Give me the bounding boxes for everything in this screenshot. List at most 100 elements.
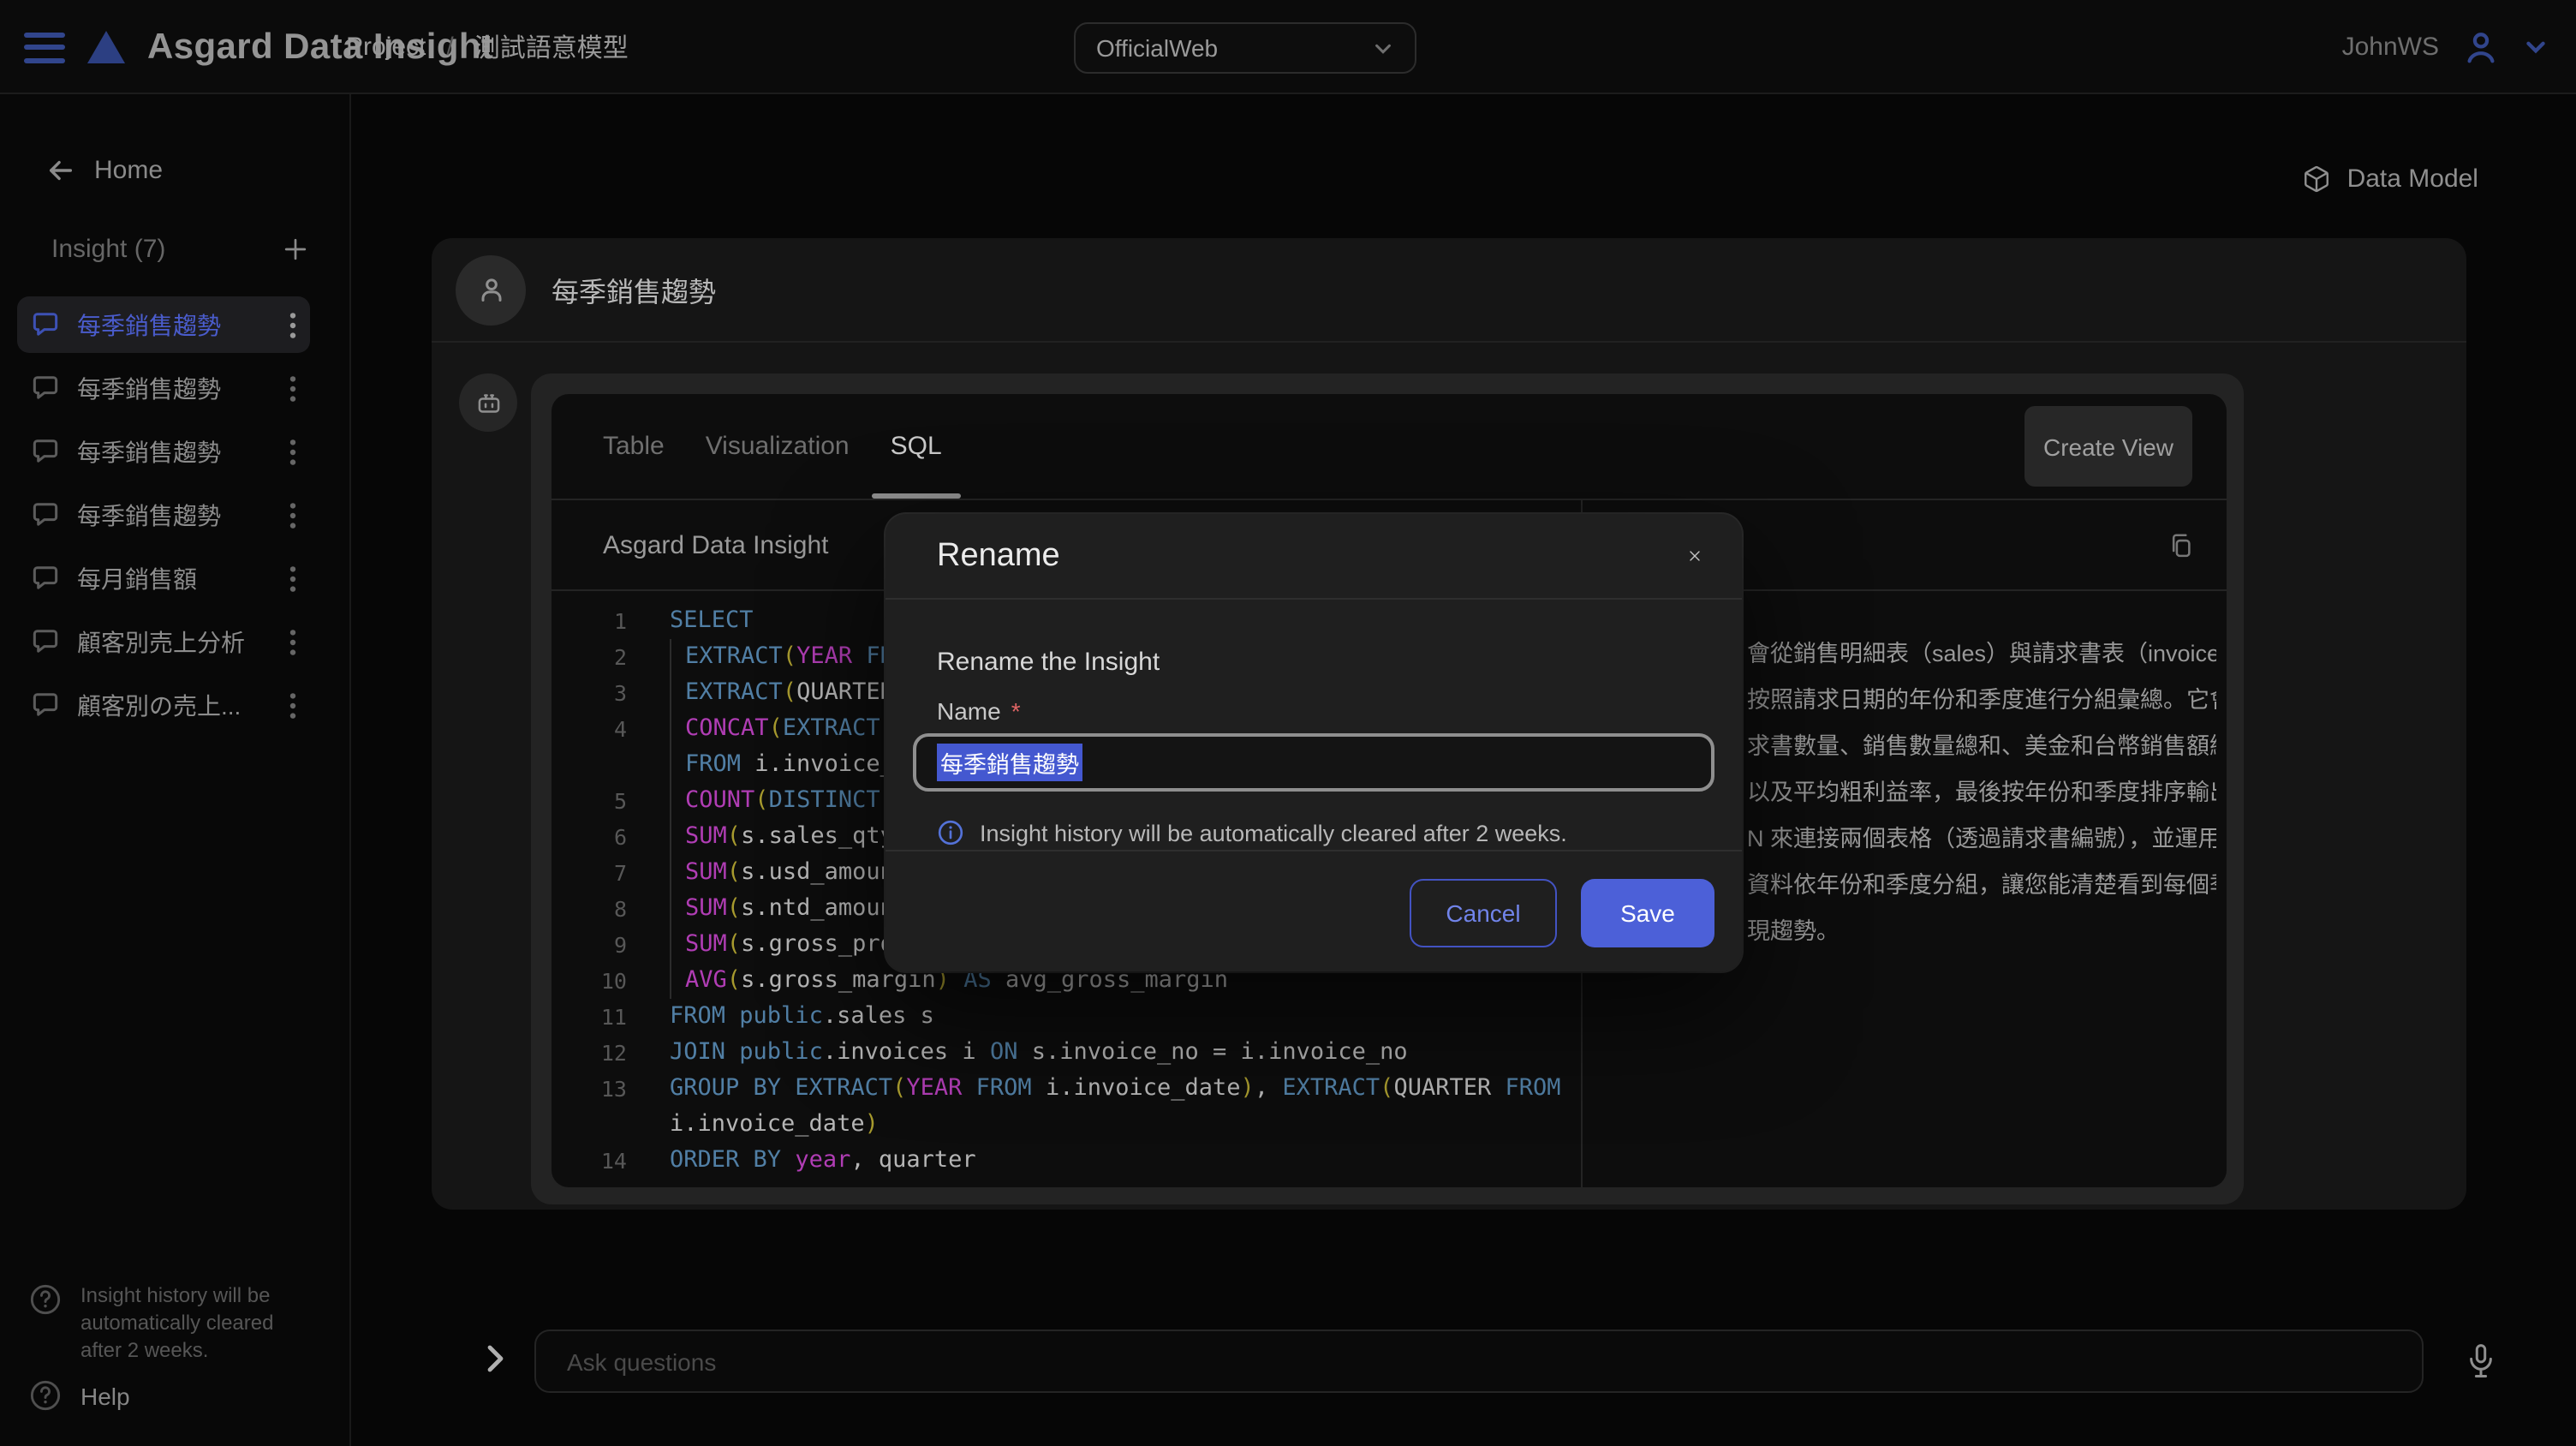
kebab-menu-icon[interactable] (289, 565, 296, 592)
description-line: 資料依年份和季度分組，讓您能清楚看到每個季 (1747, 862, 2216, 908)
rename-modal-header: Rename (886, 514, 1742, 600)
line-number: 4 (552, 711, 627, 747)
sidebar-insight-item[interactable]: 每季銷售趨勢 (17, 360, 310, 416)
modal-history-note-text: Insight history will be automatically cl… (980, 820, 1567, 845)
sidebar-insight-item[interactable]: 每季銷售趨勢 (17, 296, 310, 353)
name-input-selected-text: 每季銷售趨勢 (937, 744, 1082, 781)
line-number: 7 (552, 855, 627, 891)
chat-bubble-icon (31, 310, 60, 339)
home-button[interactable]: Home (46, 156, 163, 185)
chat-bubble-icon (31, 500, 60, 529)
username: JohnWS (2342, 33, 2439, 62)
modal-history-note: Insight history will be automatically cl… (937, 819, 1567, 846)
line-number: 11 (552, 999, 627, 1035)
sidebar-history-note-text: Insight history will be automatically cl… (80, 1282, 307, 1364)
insight-section-label: Insight (7) (51, 235, 165, 264)
tab-sql[interactable]: SQL (891, 394, 942, 499)
person-icon (474, 272, 508, 307)
ask-questions-input[interactable] (534, 1329, 2424, 1393)
breadcrumb-project[interactable]: Project (346, 33, 426, 62)
name-field-label: Name* (937, 697, 1021, 725)
question-circle-icon (27, 1282, 63, 1318)
user-avatar-icon[interactable] (2461, 27, 2501, 67)
sidebar: Home Insight (7) 每季銷售趨勢每季銷售趨勢每季銷售趨勢每季銷售趨… (0, 94, 351, 1446)
save-button[interactable]: Save (1581, 879, 1714, 947)
sidebar-insight-item[interactable]: 每月銷售額 (17, 550, 310, 606)
kebab-menu-icon[interactable] (289, 311, 296, 338)
line-number: 3 (552, 675, 627, 711)
help-icon (27, 1377, 63, 1413)
add-insight-icon[interactable] (283, 236, 308, 262)
sql-code-line: 14ORDER BY year, quarter (552, 1143, 1581, 1179)
cube-icon (2303, 164, 2332, 194)
kebab-menu-icon[interactable] (289, 628, 296, 655)
close-icon[interactable] (1682, 543, 1708, 569)
description-line: 會從銷售明細表（sales）與請求書表（invoices） (1747, 630, 2216, 677)
kebab-menu-icon[interactable] (289, 691, 296, 719)
sql-code-line: i.invoice_date) (552, 1107, 1581, 1143)
description-line: 以及平均粗利益率，最後按年份和季度排序輸出。 (1747, 769, 2216, 816)
kebab-menu-icon[interactable] (289, 374, 296, 402)
sidebar-insight-item[interactable]: 顧客別売上分析 (17, 613, 310, 670)
kebab-menu-icon[interactable] (289, 438, 296, 465)
data-model-label: Data Model (2347, 164, 2478, 194)
microphone-icon[interactable] (2463, 1341, 2499, 1381)
chat-bubble-icon (31, 627, 60, 656)
insight-item-label: 每季銷售趨勢 (77, 308, 289, 342)
sidebar-history-note: Insight history will be automatically cl… (27, 1282, 307, 1364)
breadcrumb-separator: / (446, 33, 453, 62)
indent-guide (670, 639, 671, 999)
insight-item-label: 每季銷售趨勢 (77, 434, 289, 469)
hamburger-menu-icon[interactable] (24, 32, 65, 63)
sidebar-insight-item[interactable]: 每季銷售趨勢 (17, 487, 310, 543)
kebab-menu-icon[interactable] (289, 501, 296, 529)
line-number: 12 (552, 1035, 627, 1071)
user-menu-chevron-icon[interactable] (2523, 34, 2549, 60)
insight-item-label: 每季銷售趨勢 (77, 371, 289, 405)
line-number (552, 1107, 627, 1143)
rename-modal: Rename Rename the Insight Name* 每季銷售趨勢 I… (886, 514, 1742, 971)
chat-bubble-icon (31, 437, 60, 466)
help-button[interactable]: Help (27, 1377, 130, 1413)
insight-item-label: 顧客別売上分析 (77, 624, 289, 659)
create-view-button[interactable]: Create View (2024, 406, 2192, 487)
chat-bubble-icon (31, 373, 60, 403)
line-number (552, 747, 627, 783)
description-line: 現趨勢。 (1747, 908, 2216, 954)
workspace-select[interactable]: OfficialWeb (1074, 22, 1416, 74)
insight-card-header: 每季銷售趨勢 (432, 238, 2466, 343)
expand-chevron-icon[interactable] (480, 1341, 510, 1376)
info-icon (937, 819, 964, 846)
breadcrumb-model[interactable]: 測試語意模型 (474, 29, 629, 65)
chevron-down-icon (1372, 37, 1394, 59)
sql-code-line: 13GROUP BY EXTRACT(YEAR FROM i.invoice_d… (552, 1071, 1581, 1107)
tab-visualization[interactable]: Visualization (706, 394, 850, 499)
help-label: Help (80, 1382, 130, 1409)
robot-icon (472, 386, 504, 419)
bot-avatar (459, 373, 517, 432)
description-line: N 來連接兩個表格（透過請求書編號），並運用 (1747, 816, 2216, 862)
chat-bubble-icon (31, 690, 60, 720)
description-line: 按照請求日期的年份和季度進行分組彙總。它會計 (1747, 677, 2216, 723)
sidebar-insight-item[interactable]: 每季銷售趨勢 (17, 423, 310, 480)
tab-table[interactable]: Table (603, 394, 665, 499)
modal-title: Rename (937, 537, 1682, 575)
copy-icon[interactable] (2167, 531, 2196, 560)
asgard-logo-icon (87, 31, 125, 63)
line-number: 6 (552, 819, 627, 855)
sidebar-insight-item[interactable]: 顧客別の売上... (17, 677, 310, 733)
home-label: Home (94, 156, 163, 185)
result-tabbar: Table Visualization SQL Create View (552, 394, 2227, 500)
insight-item-label: 顧客別の売上... (77, 688, 289, 722)
name-input[interactable]: 每季銷售趨勢 (913, 733, 1714, 792)
line-number: 10 (552, 963, 627, 999)
top-header: Asgard Data Insight Project / 測試語意模型 Off… (0, 0, 2576, 94)
line-number: 2 (552, 639, 627, 675)
data-model-button[interactable]: Data Model (2303, 164, 2478, 194)
cancel-button[interactable]: Cancel (1410, 879, 1557, 947)
description-line: 求書數量、銷售數量總和、美金和台幣銷售額總 (1747, 723, 2216, 769)
asgard-data-insight-app: Asgard Data Insight Project / 測試語意模型 Off… (0, 0, 2576, 1446)
breadcrumb: Project / 測試語意模型 (346, 0, 629, 94)
sql-code-line: 12JOIN public.invoices i ON s.invoice_no… (552, 1035, 1581, 1071)
modal-footer-divider (886, 850, 1742, 851)
